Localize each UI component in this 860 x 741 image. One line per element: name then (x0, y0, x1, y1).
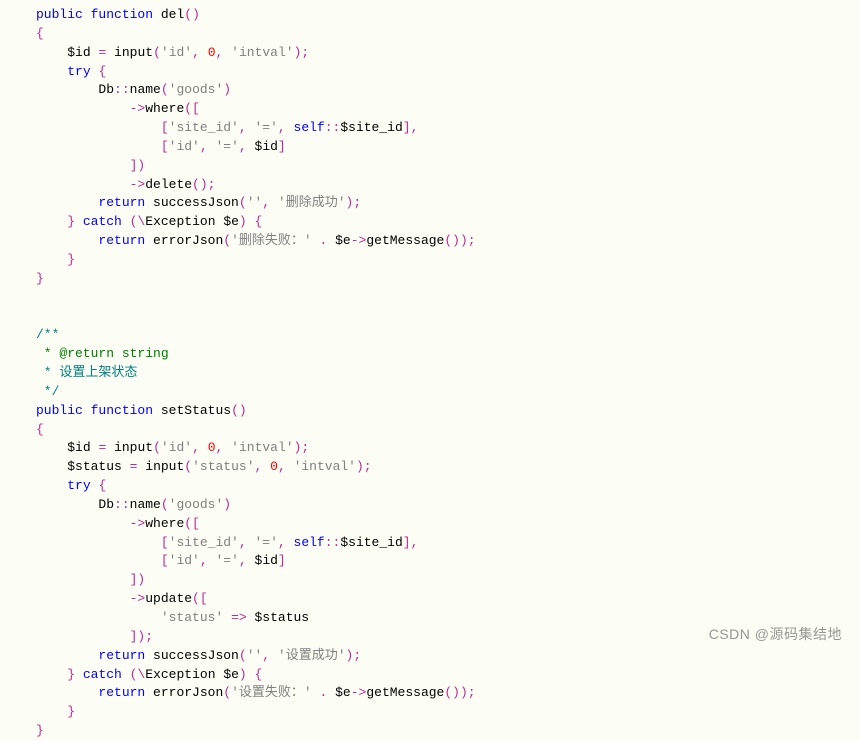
docblock-desc: * 设置上架状态 (36, 365, 137, 380)
keyword-public: public (36, 7, 83, 22)
docblock-close: */ (36, 384, 59, 399)
watermark-text: CSDN @源码集结地 (709, 624, 842, 644)
docblock-return: * @return string (36, 346, 169, 361)
docblock-open: /** (36, 327, 59, 342)
keyword-function: function (91, 7, 153, 22)
function-name-del: del (161, 7, 184, 22)
function-name-setstatus: setStatus (161, 403, 231, 418)
